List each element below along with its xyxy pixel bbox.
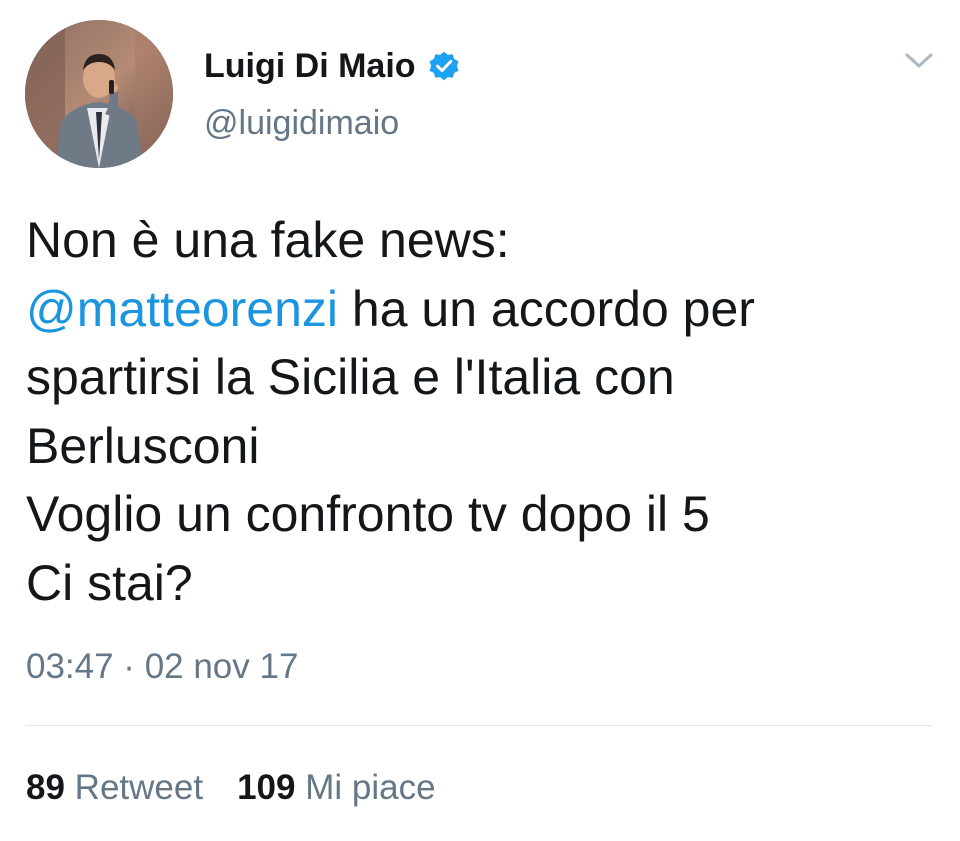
retweets-stat[interactable]: 89 Retweet [26, 768, 203, 807]
user-handle[interactable]: @luigidimaio [204, 101, 399, 145]
tweet-line: Ci stai? [26, 554, 193, 611]
svg-text:M5S: M5S [47, 157, 60, 164]
tweet-line: Berlusconi [26, 417, 260, 474]
tweet-line: Voglio un confronto tv dopo il 5 [26, 486, 710, 542]
avatar[interactable]: M5S [25, 20, 173, 168]
retweets-label: Retweet [74, 768, 204, 807]
tweet-line: @matteorenzi ha un accordo per [26, 275, 936, 344]
display-name-row[interactable]: Luigi Di Maio [204, 44, 462, 88]
likes-stat[interactable]: 109 Mi piace [237, 768, 435, 807]
likes-label: Mi piace [305, 768, 436, 807]
tweet-stats: 89 Retweet 109 Mi piace [26, 765, 436, 811]
chevron-down-icon[interactable] [903, 50, 935, 72]
verified-badge-icon [426, 48, 462, 84]
tweet-card: M5S Luigi Di Maio @luigidimaio Non è una… [0, 0, 960, 841]
likes-count: 109 [237, 768, 296, 807]
tweet-line: Non è una fake news: [26, 212, 510, 268]
tweet-line: spartirsi la Sicilia e l'Italia con [26, 349, 675, 405]
divider [26, 725, 932, 726]
display-name[interactable]: Luigi Di Maio [204, 44, 416, 88]
tweet-timestamp[interactable]: 03:47 · 02 nov 17 [26, 644, 298, 690]
retweets-count: 89 [26, 768, 65, 807]
tweet-line-text: ha un accordo per [338, 280, 755, 337]
tweet-text: Non è una fake news: @matteorenzi ha un … [26, 206, 936, 617]
mention-link[interactable]: @matteorenzi [26, 281, 338, 337]
